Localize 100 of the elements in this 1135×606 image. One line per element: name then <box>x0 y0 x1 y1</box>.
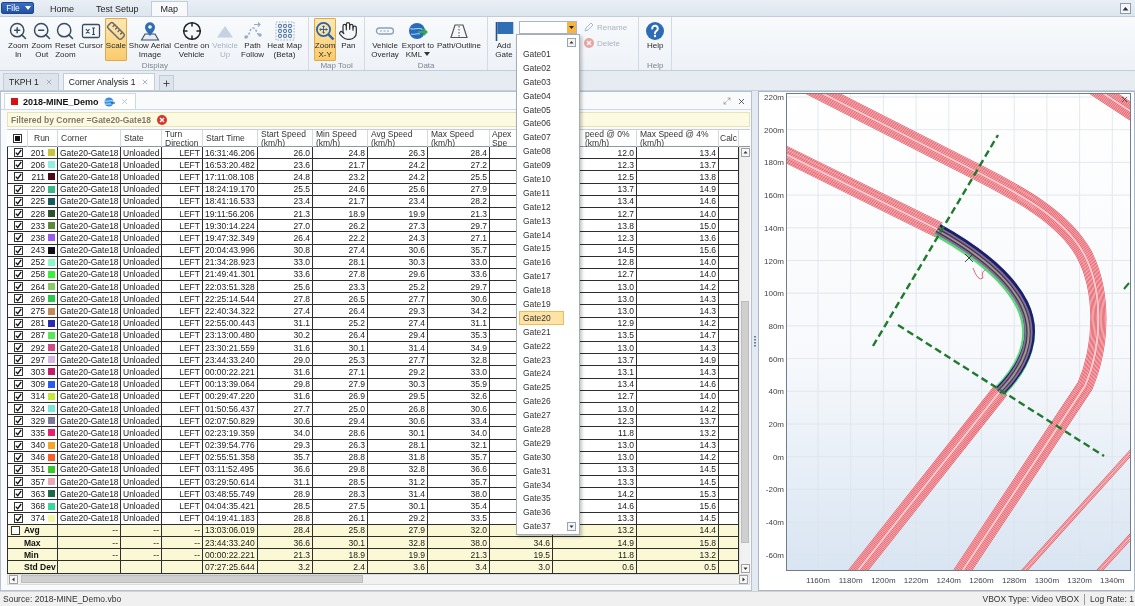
clear-filter-icon[interactable] <box>157 114 168 125</box>
row-checkbox[interactable] <box>13 184 23 194</box>
scroll-right-icon[interactable] <box>739 574 748 584</box>
column-header[interactable]: Max Speed @ 4% (km/h) <box>640 130 718 147</box>
row-checkbox[interactable] <box>13 416 23 426</box>
scroll-down-icon[interactable] <box>566 522 576 531</box>
file-menu-button[interactable]: File <box>1 2 34 14</box>
export-kml-button[interactable]: Export to KML <box>400 18 435 61</box>
dropdown-option[interactable]: Gate26 <box>518 394 564 409</box>
select-all-checkbox[interactable] <box>13 134 22 143</box>
dropdown-option[interactable]: Gate24 <box>518 366 564 381</box>
zoom-out-button[interactable]: Zoom Out <box>30 18 53 61</box>
row-checkbox[interactable] <box>13 294 23 304</box>
column-header[interactable]: Start Time <box>206 134 245 143</box>
row-checkbox[interactable] <box>13 501 23 511</box>
dropdown-option[interactable]: Gate09 <box>518 158 564 172</box>
vehicle-overlay-button[interactable]: Vehicle Overlay <box>370 18 400 61</box>
dropdown-option[interactable]: Gate30 <box>518 449 564 464</box>
scrollbar-thumb[interactable] <box>741 301 749 543</box>
row-checkbox[interactable] <box>13 440 23 450</box>
column-header[interactable]: Turn Direction <box>165 130 202 147</box>
dropdown-option[interactable]: Gate02 <box>518 60 564 75</box>
dropdown-option[interactable]: Gate13 <box>518 213 564 228</box>
collapse-ribbon-button[interactable] <box>1120 2 1131 14</box>
column-header[interactable]: Run <box>34 134 50 143</box>
row-checkbox[interactable] <box>11 525 20 535</box>
heat-map-button[interactable]: Heat Map (Beta) <box>266 18 303 61</box>
dropdown-option[interactable]: Gate11 <box>518 185 564 200</box>
row-checkbox[interactable] <box>13 172 23 182</box>
row-checkbox[interactable] <box>13 196 23 206</box>
vertical-scrollbar[interactable] <box>739 147 750 574</box>
dropdown-option[interactable]: Gate16 <box>518 255 564 270</box>
row-checkbox[interactable] <box>13 343 23 353</box>
horizontal-scrollbar[interactable] <box>7 573 750 585</box>
dropdown-option[interactable]: Gate06 <box>518 116 564 131</box>
dropdown-option[interactable]: Gate14 <box>518 227 564 242</box>
zoom-in-button[interactable]: Zoom In <box>7 18 30 61</box>
row-checkbox[interactable] <box>13 379 23 389</box>
zoom-xy-button[interactable]: Zoom X-Y <box>313 18 337 61</box>
row-checkbox[interactable] <box>13 245 23 255</box>
dropdown-option[interactable]: Gate18 <box>518 283 564 298</box>
dropdown-option[interactable]: Gate21 <box>518 324 564 339</box>
row-checkbox[interactable] <box>13 477 23 487</box>
reset-zoom-button[interactable]: Reset Zoom <box>53 18 77 61</box>
row-checkbox[interactable] <box>13 330 23 340</box>
dropdown-option[interactable]: Gate15 <box>518 241 564 256</box>
dropdown-option[interactable]: Gate17 <box>518 269 564 284</box>
dropdown-option[interactable]: Gate31 <box>518 463 564 478</box>
panel-tab[interactable]: 2018-MINE_Demo <box>4 93 136 109</box>
row-checkbox[interactable] <box>13 148 23 158</box>
scroll-down-icon[interactable] <box>740 563 750 573</box>
dropdown-option[interactable]: Gate27 <box>518 408 564 423</box>
menu-tab[interactable]: Test Setup <box>86 1 149 16</box>
help-button[interactable]: Help <box>644 18 667 61</box>
dropdown-option[interactable]: Gate28 <box>518 422 564 436</box>
column-header[interactable]: State <box>124 134 144 143</box>
new-tab-button[interactable] <box>159 75 175 90</box>
scroll-left-icon[interactable] <box>9 574 18 584</box>
row-checkbox[interactable] <box>13 367 23 377</box>
dropdown-option[interactable]: Gate04 <box>518 88 564 103</box>
dropdown-option[interactable]: Gate23 <box>518 352 564 367</box>
row-checkbox[interactable] <box>13 513 23 523</box>
dropdown-option[interactable]: Gate08 <box>518 144 564 159</box>
row-checkbox[interactable] <box>13 160 23 170</box>
path-outline-button[interactable]: Path/Outline <box>435 18 482 61</box>
row-checkbox[interactable] <box>13 355 23 365</box>
dropdown-option[interactable]: Gate35 <box>518 491 564 506</box>
dropdown-option[interactable]: Gate10 <box>518 172 564 186</box>
path-follow-button[interactable]: Path Follow <box>240 18 266 61</box>
row-checkbox[interactable] <box>13 404 23 414</box>
dropdown-option[interactable]: Gate37 <box>518 519 564 534</box>
dropdown-option[interactable]: Gate22 <box>518 338 564 353</box>
close-icon[interactable] <box>1120 95 1129 104</box>
menu-tab[interactable]: Map <box>150 1 189 16</box>
dropdown-option[interactable]: Gate05 <box>518 102 564 117</box>
scale-button[interactable]: Scale <box>104 18 127 61</box>
dropdown-option[interactable]: Gate19 <box>518 297 564 311</box>
dropdown-option[interactable]: Gate01 <box>518 47 564 61</box>
dropdown-option[interactable]: Gate03 <box>518 74 564 89</box>
row-checkbox[interactable] <box>13 464 23 474</box>
row-checkbox[interactable] <box>13 221 23 231</box>
row-checkbox[interactable] <box>13 269 23 279</box>
row-checkbox[interactable] <box>13 209 23 219</box>
column-header[interactable]: Avg Speed (km/h) <box>371 130 427 147</box>
aerial-image-button[interactable]: Show Aerial Image <box>127 18 173 61</box>
column-header[interactable]: Start Speed (km/h) <box>261 130 312 147</box>
scroll-up-icon[interactable] <box>566 38 576 47</box>
column-header[interactable]: Min Speed (km/h) <box>316 130 367 147</box>
menu-tab[interactable]: Home <box>40 1 84 16</box>
column-header[interactable]: Apex Spe <box>492 130 518 147</box>
scrollbar-thumb[interactable] <box>21 575 363 584</box>
column-header[interactable]: Corner <box>61 134 87 143</box>
row-checkbox[interactable] <box>13 318 23 328</box>
centre-vehicle-button[interactable]: Centre on Vehicle <box>173 18 211 61</box>
row-checkbox[interactable] <box>13 233 23 243</box>
row-checkbox[interactable] <box>13 306 23 316</box>
dropdown-option[interactable]: Gate20 <box>518 310 564 325</box>
document-tab[interactable]: TKPH 1 <box>3 73 59 90</box>
column-header[interactable]: Max Speed (km/h) <box>431 130 489 147</box>
row-checkbox[interactable] <box>13 428 23 438</box>
